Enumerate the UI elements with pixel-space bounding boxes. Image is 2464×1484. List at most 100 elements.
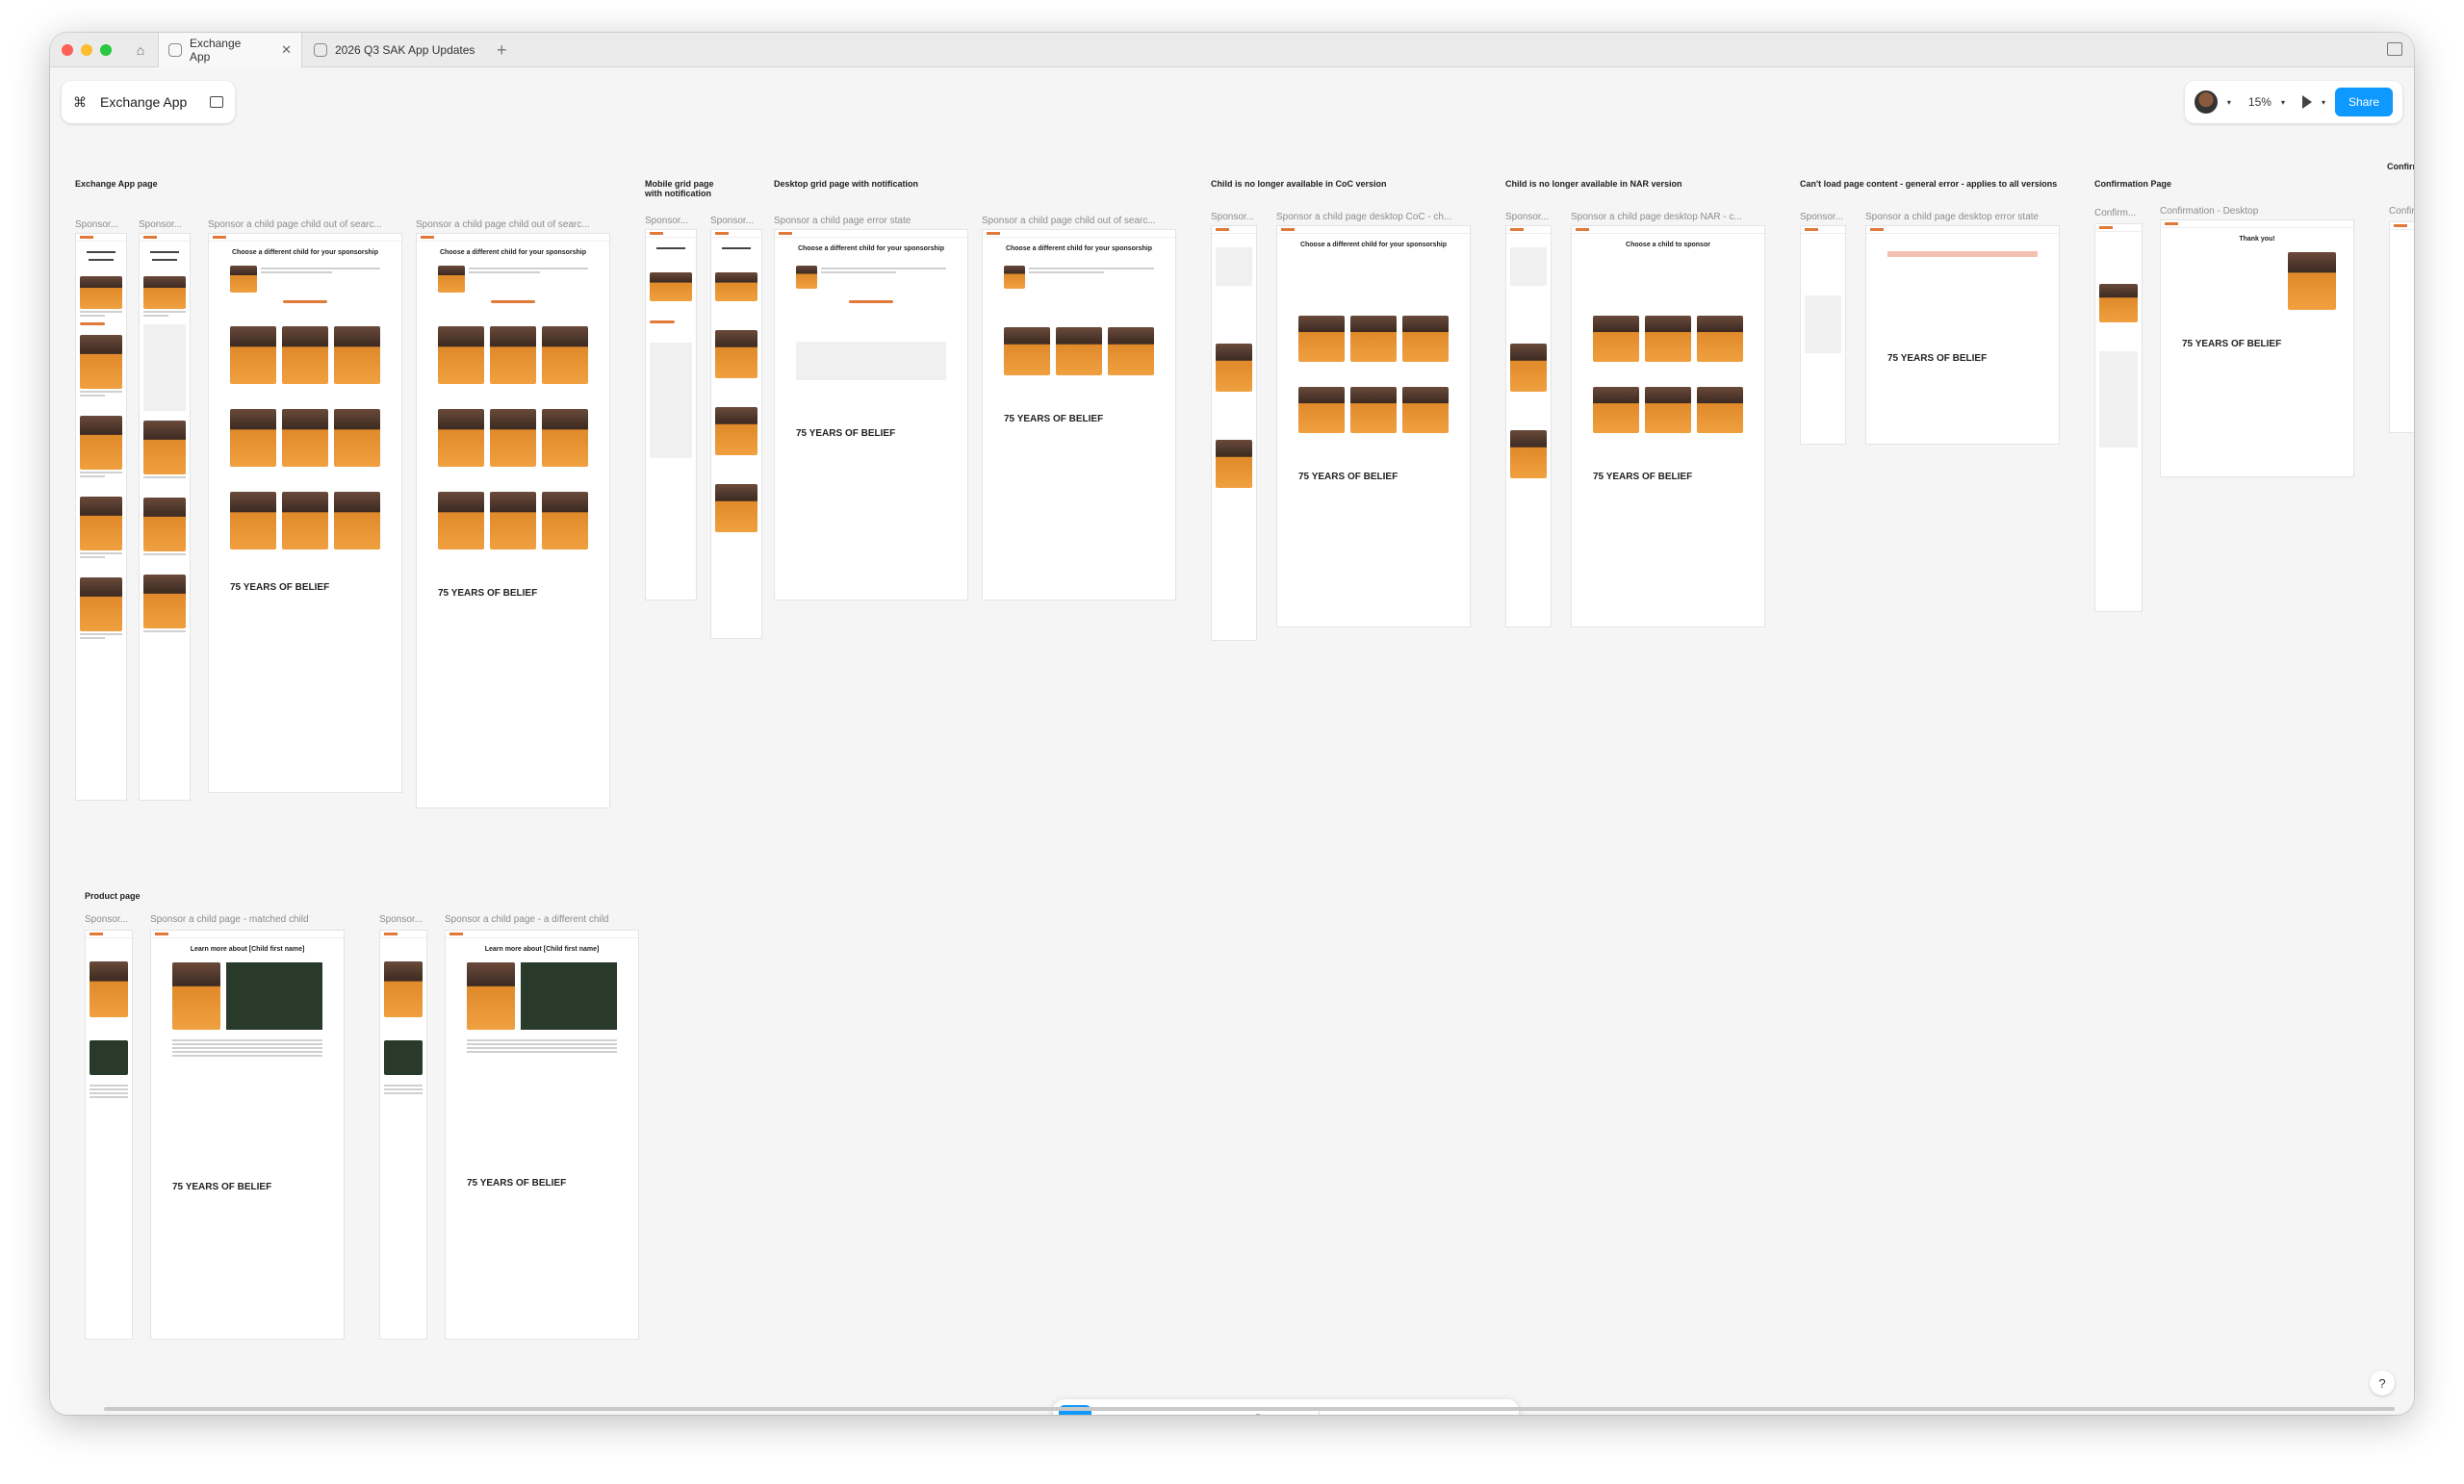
belief-logo: 75 YEARS OF BELIEF [1004,414,1104,424]
chevron-down-icon[interactable]: ▾ [2322,98,2325,107]
frame-heading: Learn more about [Child first name] [484,946,600,953]
frame-label[interactable]: Sponsor... [1211,212,1259,222]
frame-label[interactable]: Sponsor... [710,216,764,226]
frame-label[interactable]: Confir... [2389,206,2414,217]
figma-file-icon [314,43,327,57]
belief-logo: 75 YEARS OF BELIEF [1593,472,1693,482]
frame-label[interactable]: Sponsor a child page error state [774,216,968,226]
top-right-controls: ▾ 15% ▾ ▾ Share [2185,81,2402,123]
belief-logo: 75 YEARS OF BELIEF [2182,339,2282,349]
mobile-frame[interactable] [1211,225,1257,641]
section-label: Child is no longer available in CoC vers… [1211,179,1387,189]
home-icon[interactable]: ⌂ [127,38,154,62]
mobile-frame[interactable] [2094,223,2143,612]
mobile-frame[interactable] [2389,221,2414,433]
tab-exchange-app[interactable]: Exchange App ✕ [158,33,302,67]
frame-label[interactable]: Sponsor... [139,219,192,230]
frame-heading: Choose a different child for your sponso… [439,249,587,256]
mobile-frame[interactable] [645,229,697,601]
desktop-frame[interactable]: 75 YEARS OF BELIEF [1865,225,2060,445]
title-bar: ⌂ Exchange App ✕ 2026 Q3 SAK App Updates… [50,33,2414,67]
section-label: Product page [85,891,141,901]
belief-logo: 75 YEARS OF BELIEF [438,588,538,599]
frame-heading: Learn more about [Child first name] [190,946,305,953]
section-label: Can't load page content - general error … [1800,179,2058,189]
frame-label[interactable]: Sponsor a child page desktop CoC - ch... [1276,212,1471,222]
frame-label[interactable]: Sponsor a child page desktop NAR - c... [1571,212,1765,222]
frame-label[interactable]: Sponsor a child page desktop error state [1865,212,2060,222]
zoom-window-button[interactable] [100,44,112,56]
chevron-down-icon[interactable]: ▾ [2227,98,2231,107]
frame-label[interactable]: Sponsor... [85,914,133,925]
frame-heading: Choose a different child for your sponso… [231,249,379,256]
frame-label[interactable]: Sponsor a child page child out of searc.… [208,219,402,230]
file-menu[interactable]: ⌘ Exchange App [62,81,235,123]
section-label: Desktop grid page with notification [774,179,919,189]
app-window: ⌂ Exchange App ✕ 2026 Q3 SAK App Updates… [50,33,2414,1415]
section-label: Exchange App page [75,179,158,189]
belief-logo: 75 YEARS OF BELIEF [1887,353,1988,364]
desktop-frame[interactable]: Choose a different child for your sponso… [1276,225,1471,627]
desktop-frame[interactable]: Choose a different child for your sponso… [774,229,968,601]
close-window-button[interactable] [62,44,73,56]
frame-label[interactable]: Sponsor... [1505,212,1553,222]
section-label: Confirm [2387,162,2414,171]
frame-label[interactable]: Confirmation - Desktop [2160,206,2356,217]
figma-logo-icon[interactable]: ⌘ [73,94,87,111]
frame-heading: Choose a different child for your sponso… [1299,242,1448,248]
help-button[interactable]: ? [2370,1370,2395,1395]
zoom-level[interactable]: 15% [2248,95,2272,109]
section-label: Mobile grid page with notification [645,179,714,198]
frame-heading: Choose a different child for your sponso… [797,245,945,252]
belief-logo: 75 YEARS OF BELIEF [1298,472,1399,482]
present-icon[interactable] [2301,95,2312,109]
frame-heading: Thank you! [2239,236,2275,243]
desktop-frame[interactable]: Choose a child to sponsor 75 YEARS OF BE… [1571,225,1765,627]
mobile-frame[interactable] [379,930,427,1340]
desktop-frame[interactable]: Choose a different child for your sponso… [982,229,1176,601]
desktop-frame[interactable]: Learn more about [Child first name] 75 Y… [445,930,639,1340]
frame-label[interactable]: Sponsor a child page child out of searc.… [416,219,610,230]
chevron-down-icon[interactable]: ▾ [2281,98,2285,107]
belief-logo: 75 YEARS OF BELIEF [467,1178,567,1189]
belief-logo: 75 YEARS OF BELIEF [796,428,896,439]
mobile-frame[interactable] [1505,225,1552,627]
avatar[interactable] [2194,90,2218,114]
frame-label[interactable]: Sponsor... [645,216,699,226]
desktop-frame[interactable]: Choose a different child for your sponso… [208,233,402,793]
desktop-frame[interactable]: Choose a different child for your sponso… [416,233,610,808]
mobile-frame[interactable] [85,930,133,1340]
belief-logo: 75 YEARS OF BELIEF [172,1182,272,1192]
mobile-frame[interactable] [710,229,762,639]
desktop-frame[interactable]: Thank you! 75 YEARS OF BELIEF [2160,219,2354,477]
sidebar-toggle-icon[interactable] [210,96,223,108]
frame-label[interactable]: Sponsor a child page child out of searc.… [982,216,1176,226]
file-name: Exchange App [100,94,188,110]
mobile-frame[interactable] [75,233,127,801]
section-label: Child is no longer available in NAR vers… [1505,179,1682,189]
new-tab-icon[interactable]: + [497,40,507,61]
panel-toggle-icon[interactable] [2387,42,2402,56]
mobile-frame[interactable] [139,233,191,801]
belief-logo: 75 YEARS OF BELIEF [230,582,330,593]
horizontal-scrollbar[interactable] [104,1407,2395,1411]
tab-label: Exchange App [189,37,242,64]
frame-label[interactable]: Sponsor a child page - a different child [445,914,639,925]
frame-label[interactable]: Confirm... [2094,208,2143,218]
tab-2026-q3[interactable]: 2026 Q3 SAK App Updates [304,33,487,67]
mobile-frame[interactable] [1800,225,1846,445]
frame-heading: Choose a different child for your sponso… [1005,245,1153,252]
close-tab-icon[interactable]: ✕ [281,42,292,58]
desktop-frame[interactable]: Learn more about [Child first name] 75 Y… [150,930,345,1340]
figma-file-icon [168,43,182,57]
frame-label[interactable]: Sponsor... [379,914,427,925]
frame-label[interactable]: Sponsor... [1800,212,1848,222]
frame-label[interactable]: Sponsor... [75,219,129,230]
share-button[interactable]: Share [2334,88,2393,116]
frame-heading: Choose a child to sponsor [1626,242,1710,248]
minimize-window-button[interactable] [81,44,92,56]
frame-label[interactable]: Sponsor a child page - matched child [150,914,345,925]
design-canvas[interactable]: ⌘ Exchange App ▾ 15% ▾ ▾ Share Exchange … [50,67,2414,1415]
section-label: Confirmation Page [2094,179,2172,189]
tab-label: 2026 Q3 SAK App Updates [335,43,475,57]
